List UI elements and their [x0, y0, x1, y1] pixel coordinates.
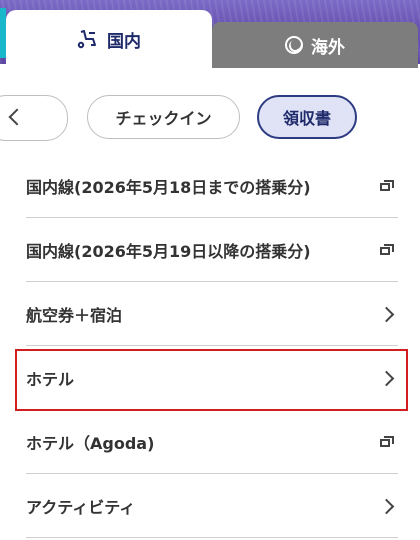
tab-domestic-label: 国内 [107, 31, 141, 52]
tab-overseas-label: 海外 [311, 37, 345, 58]
scroll-back-button[interactable] [0, 95, 68, 141]
list-item-label: 国内線(2026年5月19日以降の搭乗分) [26, 241, 311, 261]
list-item-label: ホテル（Agoda) [26, 433, 155, 453]
list-item-hotel[interactable]: ホテル [26, 346, 398, 410]
list-item-label: アクティビティ [26, 497, 136, 517]
globe-icon [285, 36, 303, 54]
tab-overseas[interactable]: 海外 [212, 22, 418, 68]
list-item-domestic-from-0519[interactable]: 国内線(2026年5月19日以降の搭乗分) [26, 218, 398, 282]
external-link-icon [380, 436, 394, 448]
list-item-label: 航空券＋宿泊 [26, 305, 123, 325]
list-item-hotel-agoda[interactable]: ホテル（Agoda) [26, 410, 398, 474]
external-link-icon [380, 180, 394, 192]
list-item-label: ホテル [26, 369, 75, 389]
list-item-label: 国内線(2026年5月18日までの搭乗分) [26, 177, 311, 197]
list-item-activity[interactable]: アクティビティ [26, 474, 398, 538]
chevron-left-icon [8, 108, 26, 126]
chip-receipt[interactable]: 領収書 [257, 95, 357, 139]
menu-list: 国内線(2026年5月18日までの搭乗分) 国内線(2026年5月19日以降の搭… [26, 154, 398, 538]
list-item-domestic-until-0518[interactable]: 国内線(2026年5月18日までの搭乗分) [26, 154, 398, 218]
list-item-flight-plus-hotel[interactable]: 航空券＋宿泊 [26, 282, 398, 346]
external-link-icon [380, 244, 394, 256]
chip-checkin[interactable]: チェックイン [87, 95, 240, 139]
tab-domestic[interactable]: 国内 [6, 10, 212, 68]
seat-icon [77, 30, 96, 49]
category-chip-row: チェックイン 領収書 [0, 95, 420, 141]
